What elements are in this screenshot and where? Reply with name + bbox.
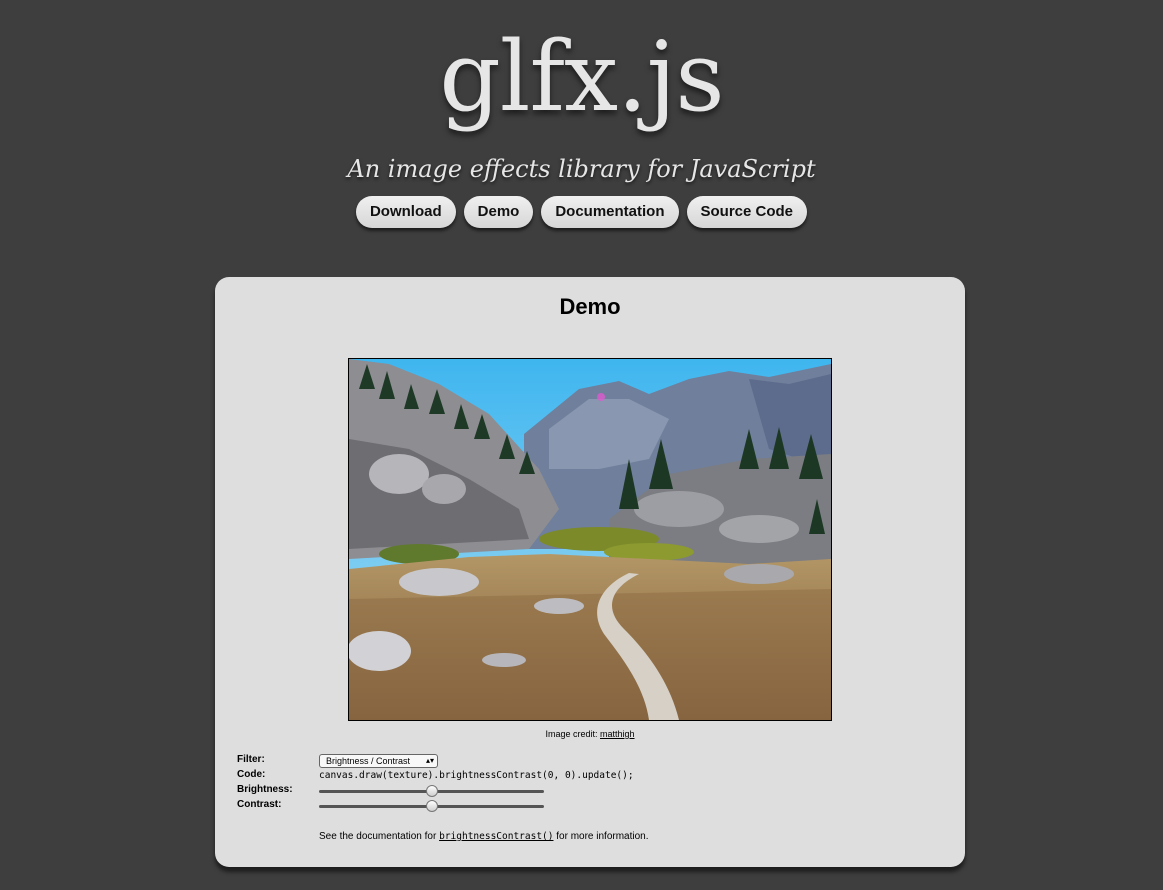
site-logo: glfx.js (439, 21, 724, 133)
filter-label: Filter: (237, 754, 265, 765)
contrast-slider[interactable] (319, 800, 544, 812)
demo-title: Demo (559, 294, 621, 319)
main-nav: Download Demo Documentation Source Code (0, 196, 1163, 228)
documentation-note: See the documentation for brightnessCont… (319, 830, 649, 844)
demo-button[interactable]: Demo (463, 196, 534, 228)
filter-select-value: Brightness / Contrast (326, 756, 411, 766)
contrast-label: Contrast: (237, 799, 282, 810)
documentation-button[interactable]: Documentation (541, 196, 679, 228)
brightness-slider[interactable] (319, 785, 544, 797)
doc-suffix: for more information. (556, 831, 649, 842)
doc-link[interactable]: brightnessContrast() (439, 831, 553, 842)
download-button[interactable]: Download (355, 196, 456, 228)
demo-canvas (348, 358, 832, 721)
filter-select[interactable]: Brightness / Contrast ▴▾ (319, 754, 438, 768)
image-credit-link[interactable]: matthigh (600, 729, 635, 739)
image-credit: Image credit: matthigh (215, 728, 965, 740)
brightness-label: Brightness: (237, 784, 293, 795)
doc-link-text: brightnessContrast() (439, 831, 554, 842)
slider-thumb[interactable] (425, 800, 438, 812)
code-snippet: canvas.draw(texture).brightnessContrast(… (319, 770, 634, 781)
source-code-button[interactable]: Source Code (686, 196, 808, 228)
image-credit-label: Image credit: (545, 729, 598, 739)
select-arrows-icon: ▴▾ (425, 756, 434, 765)
slider-thumb[interactable] (425, 785, 438, 797)
mountain-trail-photo (349, 359, 831, 720)
site-tagline: An image effects library for JavaScript (347, 155, 816, 183)
demo-panel: Demo Image credit: matthigh Filter: Brig… (215, 277, 965, 867)
code-label: Code: (237, 769, 266, 780)
doc-prefix: See the documentation for (319, 831, 437, 842)
